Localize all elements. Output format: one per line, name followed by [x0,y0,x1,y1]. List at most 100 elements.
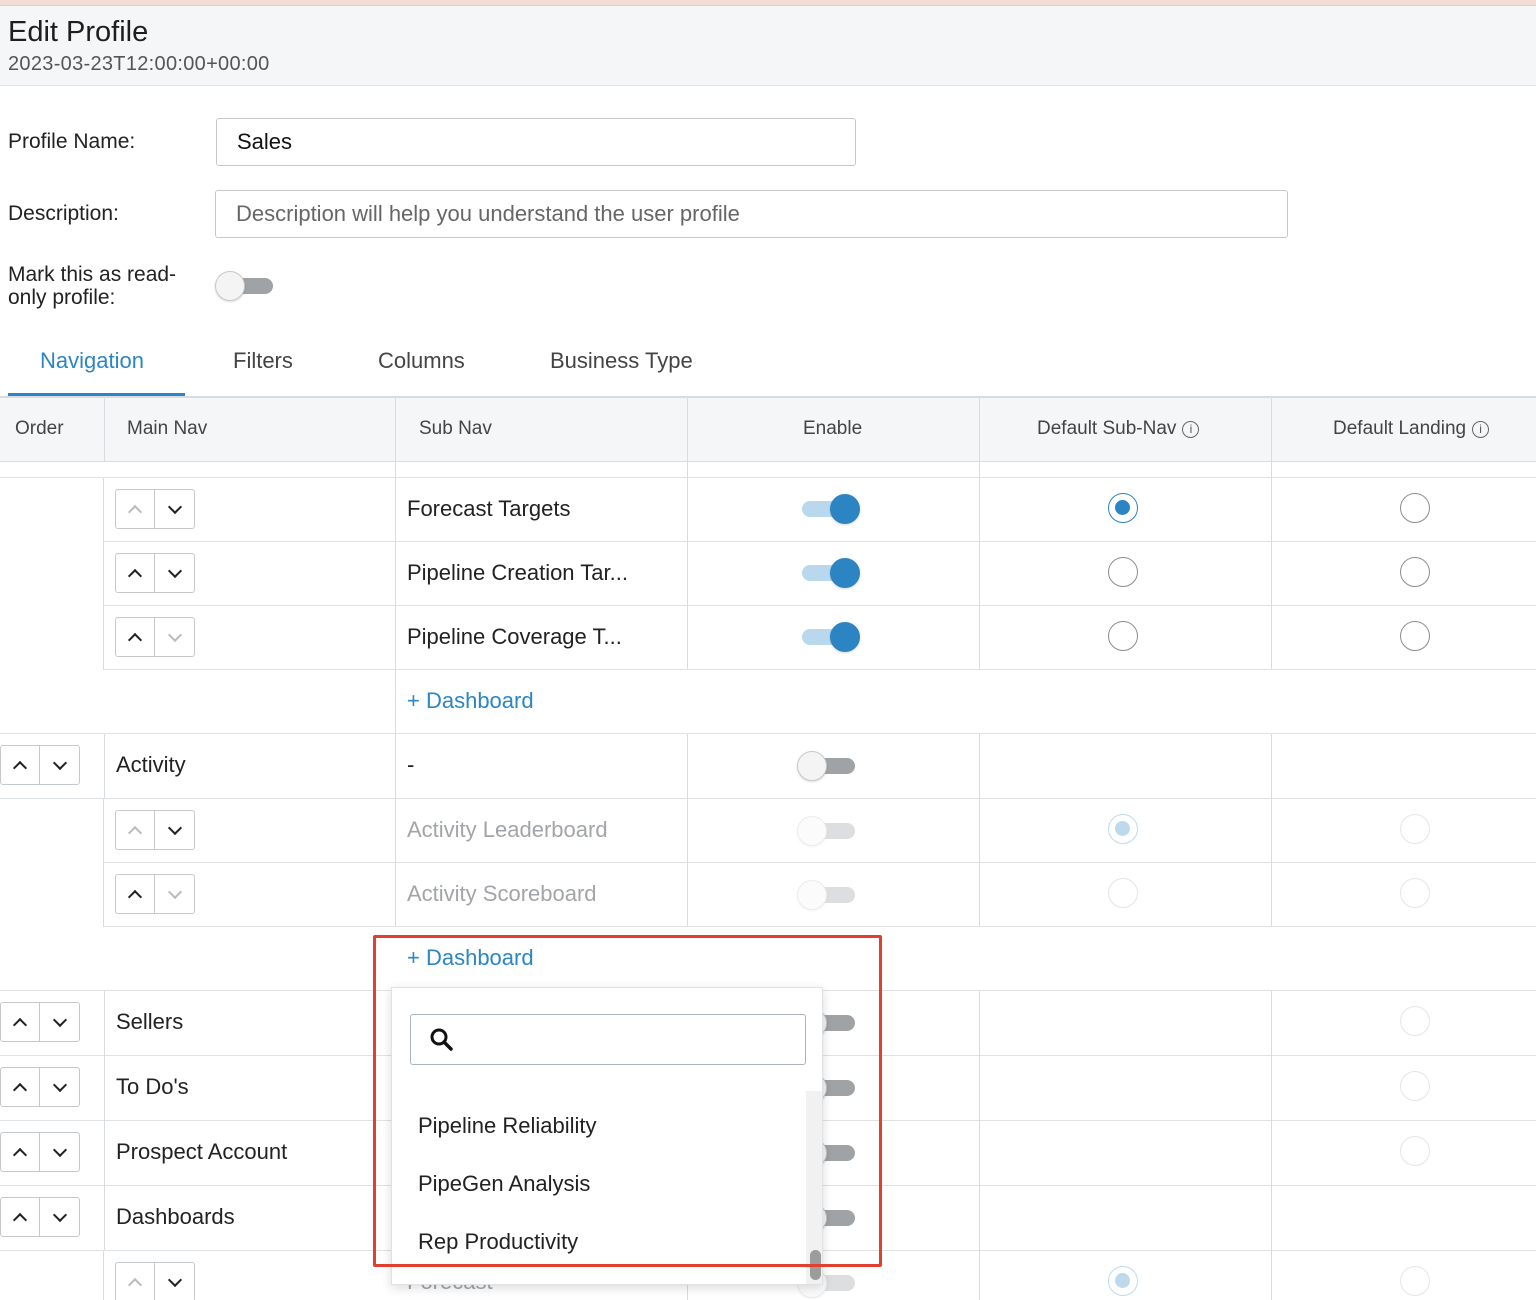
move-up-button[interactable] [116,618,155,656]
enable-toggle[interactable] [800,493,860,524]
default-landing-radio[interactable] [1400,878,1430,908]
subnav-group-border [103,799,104,927]
move-down-button[interactable] [40,1068,79,1106]
move-up-button[interactable] [1,1133,40,1171]
chevron-down-icon [52,1077,67,1092]
move-up-button[interactable] [1,1068,40,1106]
main-nav-label: Prospect Account [116,1139,288,1164]
move-down-button[interactable] [155,618,194,656]
default-landing-radio[interactable] [1400,493,1430,523]
default-landing-radio[interactable] [1400,814,1430,844]
highlight-annotation-box [373,935,882,1267]
reorder-stepper[interactable] [115,1262,195,1300]
reorder-stepper[interactable] [0,745,80,785]
subnav-group-border [103,1251,104,1300]
tab-bar: Navigation Filters Columns Business Type [0,330,1536,398]
row-divider [104,926,1536,927]
column-enable: Enable [803,418,863,439]
column-divider [395,398,396,735]
default-landing-radio[interactable] [1400,1136,1430,1166]
reorder-stepper[interactable] [115,810,195,850]
move-up-button[interactable] [1,1198,40,1236]
move-down-button[interactable] [155,554,194,592]
move-down-button[interactable] [40,1198,79,1236]
default-sub-nav-radio[interactable] [1108,814,1138,844]
move-down-button[interactable] [155,1263,194,1300]
readonly-label-line1: Mark this as read- [8,263,177,286]
column-divider [979,734,980,927]
move-down-button[interactable] [40,746,79,784]
default-landing-radio[interactable] [1400,1266,1430,1296]
default-sub-nav-radio[interactable] [1108,878,1138,908]
default-sub-nav-radio[interactable] [1108,621,1138,651]
default-sub-nav-radio[interactable] [1108,557,1138,587]
description-label: Description: [8,202,119,225]
row-divider [0,798,1536,799]
profile-name-label: Profile Name: [8,130,136,153]
profile-name-input[interactable]: Sales [216,118,856,166]
move-up-button[interactable] [1,746,40,784]
default-landing-radio[interactable] [1400,621,1430,651]
main-nav-label: Dashboards [116,1204,235,1229]
move-down-button[interactable] [40,1003,79,1041]
tab-business-type[interactable]: Business Type [550,348,693,374]
reorder-stepper[interactable] [115,874,195,914]
subnav-label: Pipeline Coverage T... [407,624,622,649]
reorder-stepper[interactable] [0,1197,80,1237]
column-default-sub-nav: Default Sub-Nav i [1037,418,1200,440]
enable-toggle[interactable] [797,750,857,781]
reorder-stepper[interactable] [115,617,195,657]
readonly-label-line2: only profile: [8,286,116,309]
readonly-toggle[interactable] [215,270,275,301]
reorder-stepper[interactable] [0,1132,80,1172]
default-sub-nav-radio[interactable] [1108,493,1138,523]
tab-columns[interactable]: Columns [378,348,465,374]
enable-toggle[interactable] [800,621,860,652]
chevron-down-icon [167,499,182,514]
move-up-button[interactable] [116,1263,155,1300]
chevron-down-icon [167,820,182,835]
column-default-sub-nav-label: Default Sub-Nav [1037,418,1177,439]
reorder-stepper[interactable] [115,489,195,529]
subnav-label: Activity Scoreboard [407,881,597,906]
tab-filters[interactable]: Filters [233,348,293,374]
enable-toggle[interactable] [797,815,857,846]
column-divider [1271,734,1272,927]
tab-navigation[interactable]: Navigation [40,348,144,374]
reorder-stepper[interactable] [115,553,195,593]
reorder-stepper[interactable] [0,1002,80,1042]
move-up-button[interactable] [1,1003,40,1041]
main-nav-label: Sellers [116,1009,184,1034]
description-input[interactable]: Description will help you understand the… [215,190,1288,238]
add-dashboard-link[interactable]: + Dashboard [407,688,534,714]
row-divider [104,862,1536,863]
column-divider [687,398,688,670]
reorder-stepper[interactable] [0,1067,80,1107]
chevron-down-icon [52,1207,67,1222]
active-tab-indicator [8,393,185,396]
default-sub-nav-radio[interactable] [1108,1266,1138,1296]
move-down-button[interactable] [40,1133,79,1171]
default-landing-radio[interactable] [1400,557,1430,587]
move-up-button[interactable] [116,490,155,528]
info-icon[interactable]: i [1182,421,1200,438]
subnav-label: Activity Leaderboard [407,817,608,842]
default-landing-radio[interactable] [1400,1071,1430,1101]
row-divider [104,605,1536,606]
column-default-landing-label: Default Landing [1333,418,1467,439]
enable-toggle[interactable] [797,879,857,910]
column-divider [1271,398,1272,670]
move-down-button[interactable] [155,875,194,913]
move-down-button[interactable] [155,490,194,528]
move-down-button[interactable] [155,811,194,849]
enable-toggle[interactable] [800,557,860,588]
chevron-up-icon [12,1082,28,1097]
default-landing-radio[interactable] [1400,1006,1430,1036]
move-up-button[interactable] [116,554,155,592]
chevron-up-icon [12,1017,28,1032]
move-up-button[interactable] [116,875,155,913]
chevron-up-icon [127,1277,143,1292]
info-icon[interactable]: i [1472,421,1490,438]
move-up-button[interactable] [116,811,155,849]
column-order: Order [15,418,64,439]
